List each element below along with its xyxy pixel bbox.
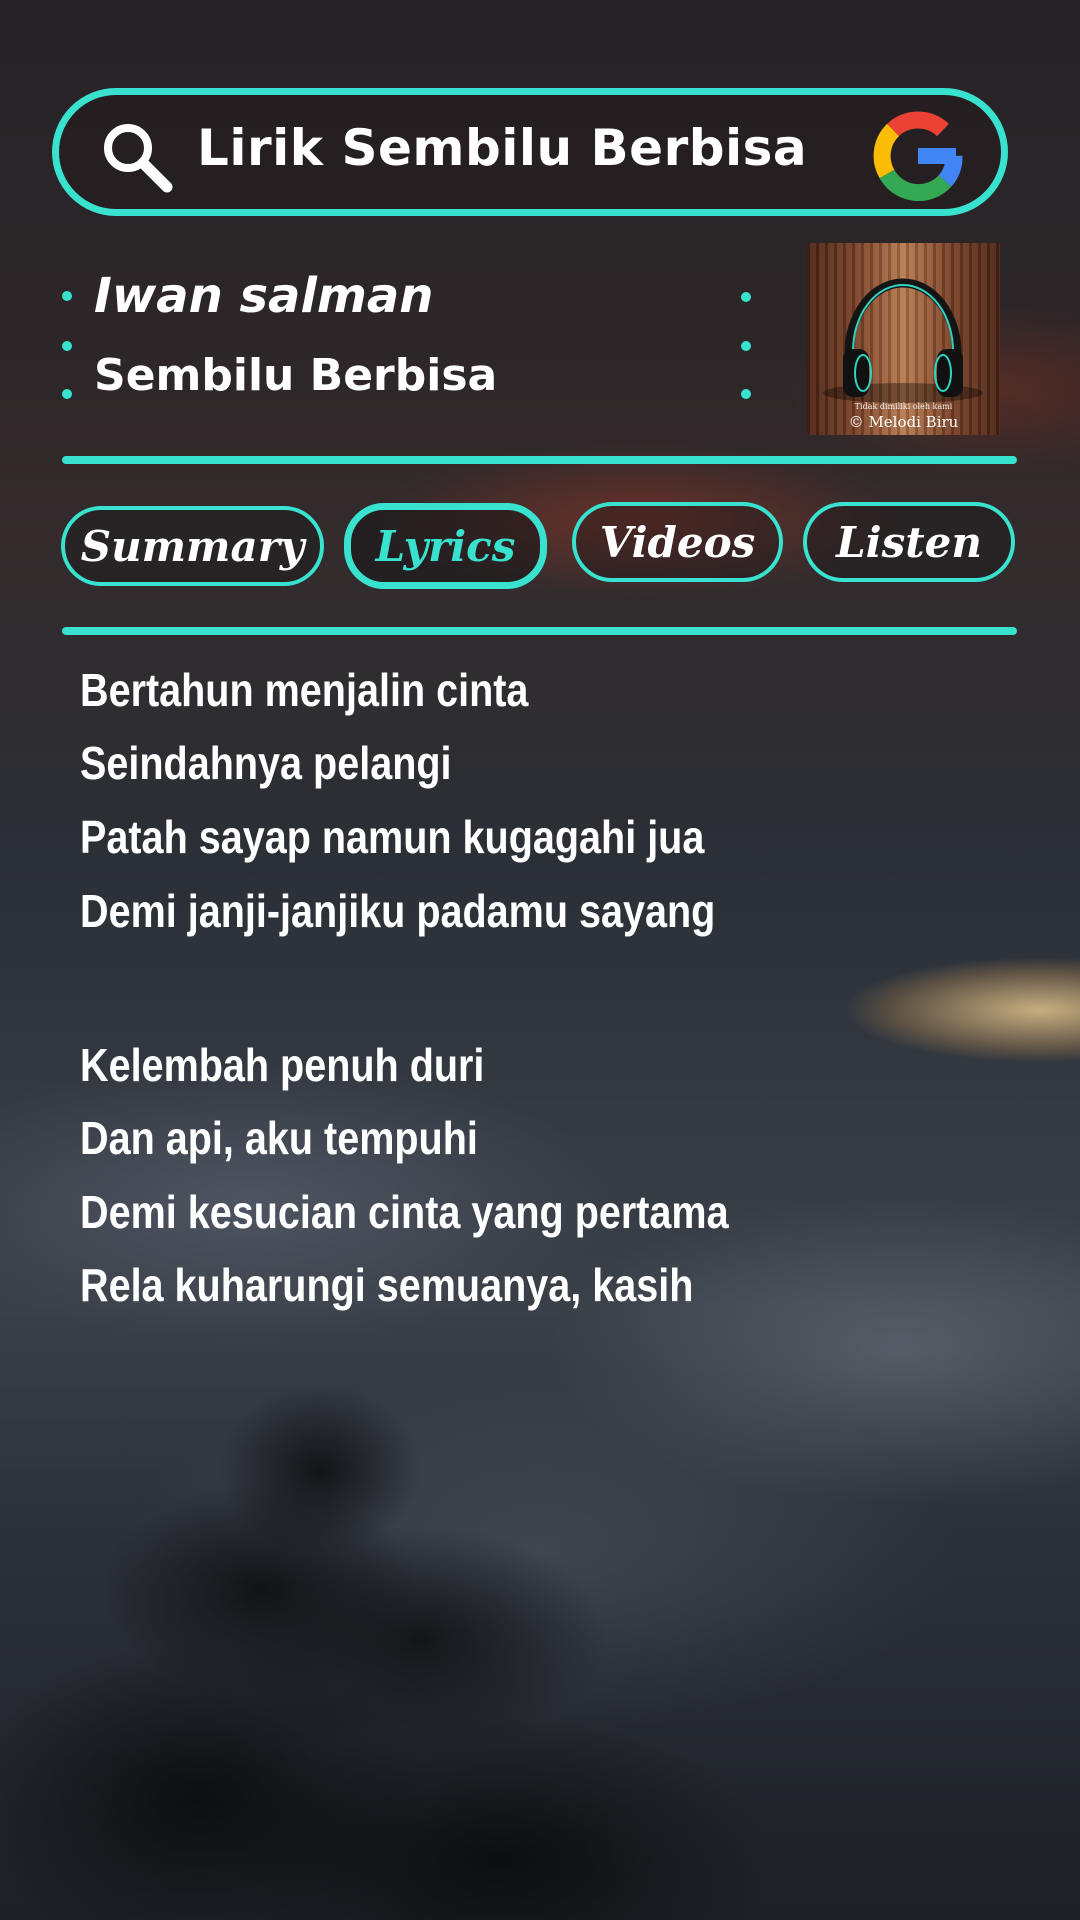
- lyric-line: Demi janji-janjiku padamu sayang: [80, 885, 716, 937]
- artist-name: Iwan salman: [94, 268, 434, 324]
- search-icon[interactable]: [97, 117, 177, 197]
- divider-bottom: [62, 627, 1017, 635]
- search-bar[interactable]: Lirik Sembilu Berbisa: [52, 88, 1008, 216]
- decor-dot: [741, 292, 751, 302]
- thumbnail-caption: © Melodi Biru: [848, 413, 959, 431]
- decor-dot: [62, 389, 72, 399]
- thumbnail-small-text: Tidak dimiliki oleh kami: [854, 402, 953, 411]
- album-thumbnail[interactable]: Tidak dimiliki oleh kami © Melodi Biru: [807, 243, 1000, 435]
- tab-lyrics[interactable]: Lyrics: [344, 503, 547, 589]
- lyric-line: Seindahnya pelangi: [80, 737, 452, 789]
- lyric-line: Patah sayap namun kugagahi jua: [80, 811, 705, 863]
- tab-listen[interactable]: Listen: [803, 502, 1015, 582]
- lyric-line: Dan api, aku tempuhi: [80, 1112, 478, 1164]
- google-icon[interactable]: [873, 111, 963, 201]
- lyric-line: Kelembah penuh duri: [80, 1039, 485, 1091]
- lyric-line: Rela kuharungi semuanya, kasih: [80, 1259, 694, 1311]
- divider-top: [62, 456, 1017, 464]
- song-title: Sembilu Berbisa: [94, 350, 498, 401]
- tab-summary[interactable]: Summary: [61, 506, 324, 586]
- search-query[interactable]: Lirik Sembilu Berbisa: [197, 119, 807, 177]
- lyric-line: Demi kesucian cinta yang pertama: [80, 1186, 729, 1238]
- lyric-line: Bertahun menjalin cinta: [80, 664, 529, 716]
- tab-videos[interactable]: Videos: [572, 502, 783, 582]
- decor-dot: [741, 341, 751, 351]
- background-tree-silhouette: [0, 1380, 760, 1920]
- decor-dot: [62, 341, 72, 351]
- decor-dot: [62, 291, 72, 301]
- decor-dot: [741, 389, 751, 399]
